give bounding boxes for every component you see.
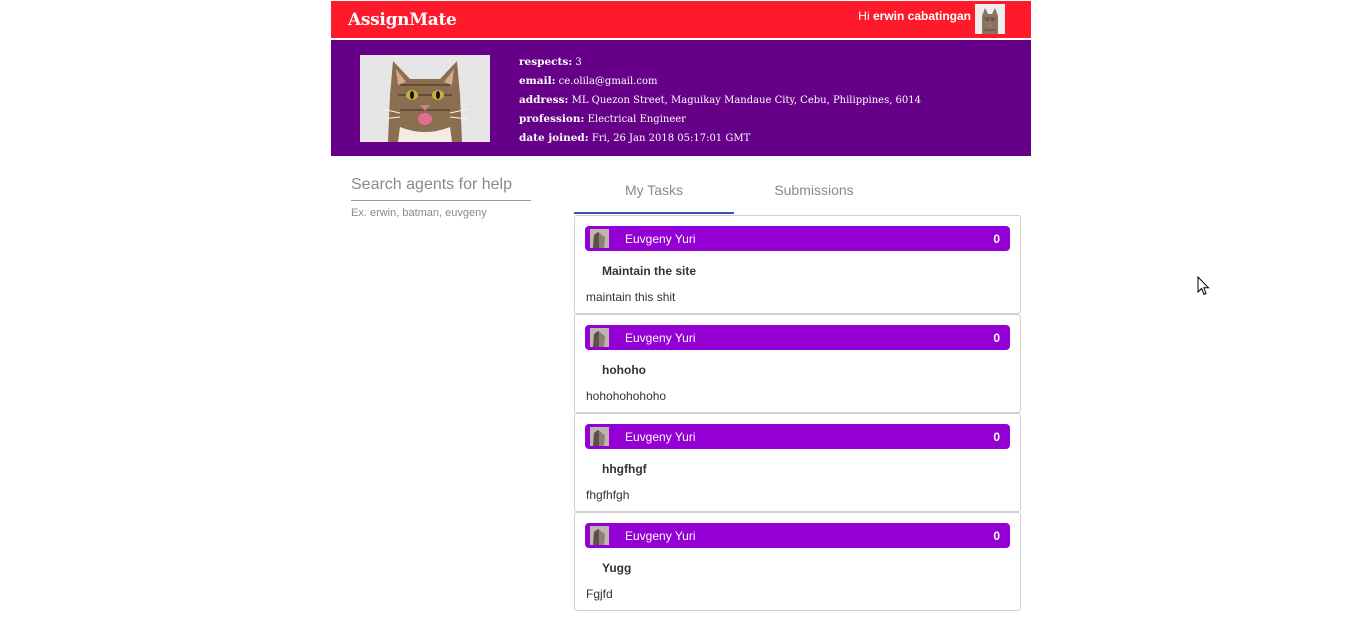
- task-count: 0: [993, 430, 1000, 444]
- user-name: erwin cabatingan: [872, 9, 971, 23]
- profile-value: ML Quezon Street, Maguikay Mandaue City,…: [571, 95, 922, 106]
- profile-profession: profession: Electrical Engineer: [519, 113, 686, 125]
- profile-respects: respects: 3: [519, 56, 582, 68]
- agent-name: Euvgeny Yuri: [625, 430, 696, 444]
- task-card[interactable]: Euvgeny Yuri 0 hhgfhgf fhgfhfgh: [574, 413, 1021, 512]
- task-card[interactable]: Euvgeny Yuri 0 hohoho hohohohohoho: [574, 314, 1021, 413]
- tab-my-tasks[interactable]: My Tasks: [574, 174, 734, 214]
- task-description: hohohohohoho: [586, 389, 667, 403]
- agent-search: Ex. erwin, batman, euvgeny: [351, 174, 531, 219]
- task-tabs: My Tasks Submissions: [574, 174, 894, 214]
- task-description: maintain this shit: [586, 290, 676, 304]
- task-title: Maintain the site: [602, 264, 697, 278]
- user-avatar[interactable]: [975, 4, 1005, 34]
- task-card[interactable]: Euvgeny Yuri 0 Maintain the site maintai…: [574, 215, 1021, 314]
- agent-name: Euvgeny Yuri: [625, 529, 696, 543]
- profile-value: Electrical Engineer: [587, 114, 686, 125]
- task-title: hohoho: [602, 363, 646, 377]
- profile-photo: [360, 55, 490, 142]
- task-card-header: Euvgeny Yuri 0: [585, 226, 1010, 251]
- profile-email: email: ce.olila@gmail.com: [519, 75, 658, 87]
- profile-key: date joined: [519, 132, 585, 144]
- brand-logo[interactable]: AssignMate: [348, 10, 457, 30]
- agent-name: Euvgeny Yuri: [625, 331, 696, 345]
- profile-value: 3: [575, 57, 582, 68]
- agent-avatar: [590, 328, 609, 347]
- task-title: hhgfhgf: [602, 462, 647, 476]
- task-list: Euvgeny Yuri 0 Maintain the site maintai…: [574, 215, 1021, 611]
- task-card[interactable]: Euvgeny Yuri 0 Yugg Fgjfd: [574, 512, 1021, 611]
- profile-date-joined: date joined: Fri, 26 Jan 2018 05:17:01 G…: [519, 132, 751, 144]
- top-navbar: AssignMate Hi erwin cabatingan: [331, 1, 1031, 40]
- user-greeting[interactable]: Hi erwin cabatingan: [858, 9, 971, 23]
- agent-name: Euvgeny Yuri: [625, 232, 696, 246]
- mouse-pointer-icon: [1197, 276, 1210, 296]
- agent-avatar: [590, 526, 609, 545]
- task-card-header: Euvgeny Yuri 0: [585, 424, 1010, 449]
- profile-info: respects: 3 email: ce.olila@gmail.com ad…: [519, 53, 921, 148]
- task-count: 0: [993, 232, 1000, 246]
- profile-address: address: ML Quezon Street, Maguikay Mand…: [519, 94, 922, 106]
- profile-key: profession: [519, 113, 581, 125]
- tab-submissions[interactable]: Submissions: [734, 174, 894, 212]
- search-hint: Ex. erwin, batman, euvgeny: [351, 207, 487, 219]
- profile-value: ce.olila@gmail.com: [558, 76, 658, 87]
- task-count: 0: [993, 331, 1000, 345]
- search-input[interactable]: [351, 174, 531, 201]
- task-card-header: Euvgeny Yuri 0: [585, 523, 1010, 548]
- profile-key: respects: [519, 56, 569, 68]
- profile-value: Fri, 26 Jan 2018 05:17:01 GMT: [591, 133, 751, 144]
- agent-avatar: [590, 229, 609, 248]
- task-title: Yugg: [602, 561, 632, 575]
- agent-avatar: [590, 427, 609, 446]
- profile-banner: respects: 3 email: ce.olila@gmail.com ad…: [331, 40, 1031, 156]
- profile-key: address: [519, 94, 565, 106]
- task-description: Fgjfd: [586, 587, 613, 601]
- profile-key: email: [519, 75, 552, 87]
- task-count: 0: [993, 529, 1000, 543]
- greeting-prefix: Hi: [858, 9, 873, 23]
- task-card-header: Euvgeny Yuri 0: [585, 325, 1010, 350]
- task-description: fhgfhfgh: [586, 488, 630, 502]
